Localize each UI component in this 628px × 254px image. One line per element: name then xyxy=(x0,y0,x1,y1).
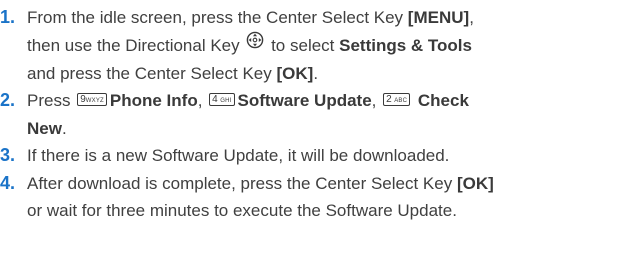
step-3: 3. If there is a new Software Update, it… xyxy=(0,142,628,170)
step-4: 4. After download is complete, press the… xyxy=(0,170,628,225)
step-text: From the idle screen, press the Center S… xyxy=(27,8,408,27)
step-text: , xyxy=(469,8,474,27)
step-text: then use the Directional Key xyxy=(27,35,245,55)
step-text: and press the Center Select Key xyxy=(27,63,277,83)
key-9-icon: 9WXYZ xyxy=(77,93,107,107)
step-text: or wait for three minutes to execute the… xyxy=(27,201,457,221)
step-number: 4. xyxy=(0,172,16,193)
key-digit: 2 xyxy=(386,94,392,106)
menu-key-label: [MENU] xyxy=(407,8,470,27)
ok-key-label: [OK] xyxy=(276,63,314,83)
phone-info-label: Phone Info xyxy=(109,91,198,111)
key-digit: 4 xyxy=(212,94,218,106)
check-new-label: Check xyxy=(417,91,469,111)
step-text: If there is a new Software Update, it wi… xyxy=(27,146,450,166)
check-new-label-cont: New xyxy=(27,118,62,138)
step-text: , xyxy=(371,91,382,111)
key-letters: WXYZ xyxy=(85,98,104,105)
key-2-icon: 2 ABC xyxy=(383,93,411,107)
software-update-label: Software Update xyxy=(237,91,372,111)
step-number: 2. xyxy=(0,90,16,111)
key-letters: GHI xyxy=(220,98,232,105)
step-number: 1. xyxy=(0,7,16,27)
step-text: to select xyxy=(266,35,340,55)
step-1: 1. From the idle screen, press the Cente… xyxy=(0,4,628,87)
step-text: Press xyxy=(27,91,76,111)
step-2: 2. Press 9WXYZ Phone Info, 4 GHI Software … xyxy=(0,87,628,142)
step-text: . xyxy=(313,63,319,83)
step-text: . xyxy=(61,118,67,138)
ok-key-label: [OK] xyxy=(456,173,494,193)
key-letters: ABC xyxy=(394,98,408,105)
directional-key-icon xyxy=(246,30,264,58)
step-text: After download is complete, press the Ce… xyxy=(27,173,457,193)
step-text: , xyxy=(197,91,208,111)
settings-tools-label: Settings & Tools xyxy=(339,35,472,55)
key-4-icon: 4 GHI xyxy=(209,93,235,107)
instruction-steps: 1. From the idle screen, press the Cente… xyxy=(0,0,628,254)
step-number: 3. xyxy=(0,145,16,166)
